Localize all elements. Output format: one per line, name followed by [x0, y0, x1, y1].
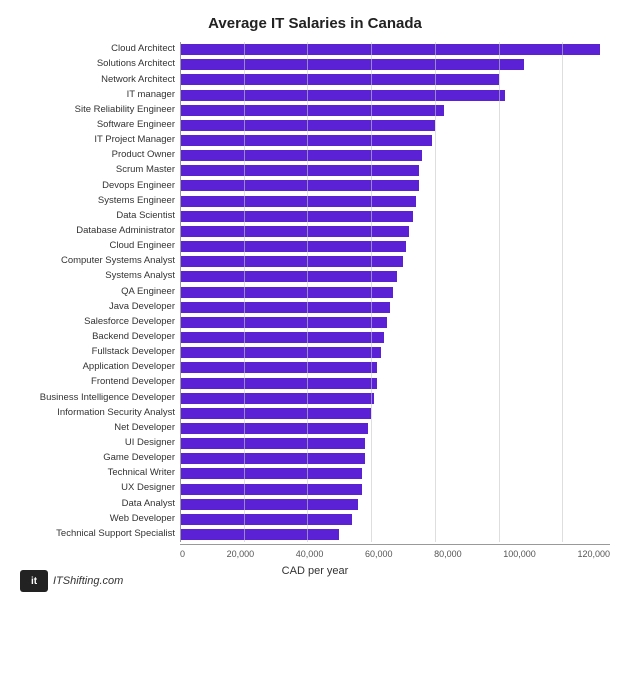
bar	[180, 423, 368, 434]
bar-label: Business Intelligence Developer	[10, 393, 180, 403]
logo-area: it ITShifting.com	[20, 570, 123, 592]
bar-label: Software Engineer	[10, 120, 180, 130]
bar	[180, 302, 390, 313]
bar	[180, 362, 377, 373]
grid-line	[435, 42, 436, 542]
bar	[180, 529, 339, 540]
bar-label: Network Architect	[10, 75, 180, 85]
grid-line	[244, 42, 245, 542]
bar-label: Web Developer	[10, 514, 180, 524]
bar-label: Information Security Analyst	[10, 408, 180, 418]
grid-line	[371, 42, 372, 542]
grid-line	[499, 42, 500, 542]
grid-line	[180, 42, 181, 542]
bar	[180, 271, 397, 282]
bar-label: Game Developer	[10, 453, 180, 463]
x-axis-ticks: 0 20,000 40,000 60,000 80,000 100,000 120,000	[180, 549, 610, 559]
bar-label: Technical Writer	[10, 468, 180, 478]
bar	[180, 484, 362, 495]
bar	[180, 378, 377, 389]
bar	[180, 393, 374, 404]
grid-line	[307, 42, 308, 542]
bar-label: Site Reliability Engineer	[10, 105, 180, 115]
bar-label: Cloud Architect	[10, 44, 180, 54]
bar	[180, 256, 403, 267]
bar-label: QA Engineer	[10, 287, 180, 297]
bar-label: Data Scientist	[10, 211, 180, 221]
bar-label: IT Project Manager	[10, 135, 180, 145]
x-tick: 80,000	[434, 549, 462, 559]
bar	[180, 165, 419, 176]
bar	[180, 226, 409, 237]
bar	[180, 287, 393, 298]
bar	[180, 332, 384, 343]
bar-label: UX Designer	[10, 483, 180, 493]
grid-line	[562, 42, 563, 542]
bar-label: Data Analyst	[10, 499, 180, 509]
bar	[180, 241, 406, 252]
bar-label: Technical Support Specialist	[10, 529, 180, 539]
bar-label: Systems Engineer	[10, 196, 180, 206]
x-tick: 40,000	[296, 549, 324, 559]
bar	[180, 150, 422, 161]
bar	[180, 468, 362, 479]
bar	[180, 211, 413, 222]
chart-title: Average IT Salaries in Canada	[10, 15, 620, 32]
bar-label: Database Administrator	[10, 226, 180, 236]
x-tick: 0	[180, 549, 185, 559]
labels-column: Cloud Architect Solutions Architect Networ…	[10, 42, 180, 542]
x-axis-line	[180, 544, 610, 545]
logo-box: it	[20, 570, 48, 592]
x-tick: 60,000	[365, 549, 393, 559]
bar	[180, 514, 352, 525]
bar	[180, 180, 419, 191]
bar	[180, 408, 371, 419]
bar-label: Application Developer	[10, 362, 180, 372]
bar	[180, 499, 358, 510]
bar-label: Backend Developer	[10, 332, 180, 342]
bar	[180, 196, 416, 207]
bar-label: Cloud Engineer	[10, 241, 180, 251]
bar	[180, 347, 381, 358]
bar	[180, 317, 387, 328]
bar-label: Scrum Master	[10, 165, 180, 175]
bar-label: Product Owner	[10, 150, 180, 160]
logo-text: ITShifting.com	[53, 575, 123, 587]
bar	[180, 135, 432, 146]
bar-label: Net Developer	[10, 423, 180, 433]
chart-container: Average IT Salaries in Canada Cloud Arch…	[0, 0, 630, 675]
bars-column	[180, 42, 610, 542]
x-tick: 20,000	[227, 549, 255, 559]
bar-label: Computer Systems Analyst	[10, 256, 180, 266]
bar-label: Fullstack Developer	[10, 347, 180, 357]
bar-label: Devops Engineer	[10, 181, 180, 191]
bar	[180, 438, 365, 449]
x-tick: 120,000	[577, 549, 610, 559]
bar-label: UI Designer	[10, 438, 180, 448]
logo-abbr: it	[31, 576, 37, 587]
bar-label: Java Developer	[10, 302, 180, 312]
bar	[180, 105, 444, 116]
bar-label: Frontend Developer	[10, 377, 180, 387]
bar-label: Solutions Architect	[10, 59, 180, 69]
bar-label: IT manager	[10, 90, 180, 100]
bar-label: Systems Analyst	[10, 271, 180, 281]
x-tick: 100,000	[503, 549, 536, 559]
bar-label: Salesforce Developer	[10, 317, 180, 327]
bar	[180, 90, 505, 101]
bar	[180, 74, 499, 85]
bar	[180, 59, 524, 70]
bar	[180, 453, 365, 464]
